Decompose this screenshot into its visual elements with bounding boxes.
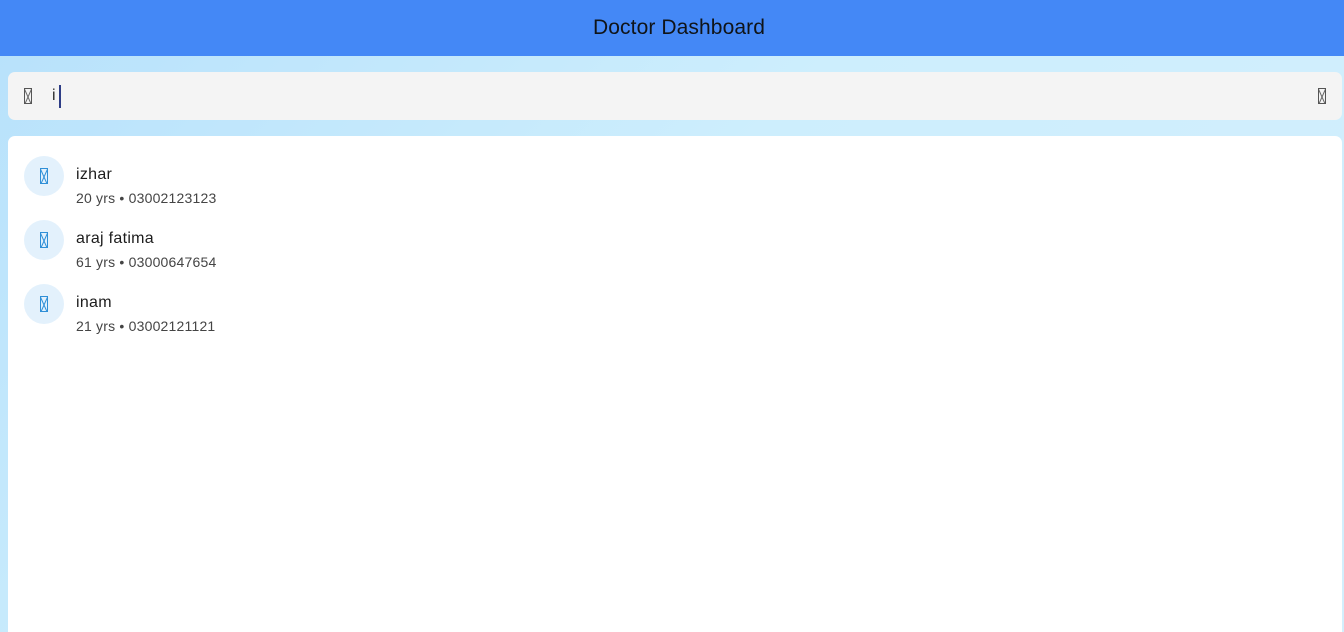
text-caret xyxy=(58,84,61,108)
patient-name: araj fatima xyxy=(76,230,154,247)
person-icon xyxy=(40,296,48,312)
list-item[interactable]: inam 21 yrs • 03002121121 xyxy=(8,272,1342,336)
patient-results-list: izhar 20 yrs • 03002123123 araj fatima 6… xyxy=(8,136,1342,632)
search-icon xyxy=(24,88,32,104)
avatar xyxy=(24,284,64,324)
search-input-value: i xyxy=(52,87,56,104)
search-bar[interactable]: i xyxy=(8,72,1342,120)
patient-meta: 20 yrs • 03002123123 xyxy=(76,190,217,206)
avatar xyxy=(24,156,64,196)
person-icon xyxy=(40,232,48,248)
search-input[interactable]: i xyxy=(52,84,61,108)
avatar xyxy=(24,220,64,260)
patient-name: inam xyxy=(76,294,112,311)
list-item[interactable]: izhar 20 yrs • 03002123123 xyxy=(8,144,1342,208)
patient-meta: 21 yrs • 03002121121 xyxy=(76,318,216,334)
page-title: Doctor Dashboard xyxy=(592,16,766,39)
person-icon xyxy=(40,168,48,184)
patient-meta: 61 yrs • 03000647654 xyxy=(76,254,217,270)
app-bar: Doctor Dashboard xyxy=(0,0,1344,56)
patient-name: izhar xyxy=(76,166,113,183)
list-item[interactable]: araj fatima 61 yrs • 03000647654 xyxy=(8,208,1342,272)
clear-icon[interactable] xyxy=(1318,88,1326,104)
